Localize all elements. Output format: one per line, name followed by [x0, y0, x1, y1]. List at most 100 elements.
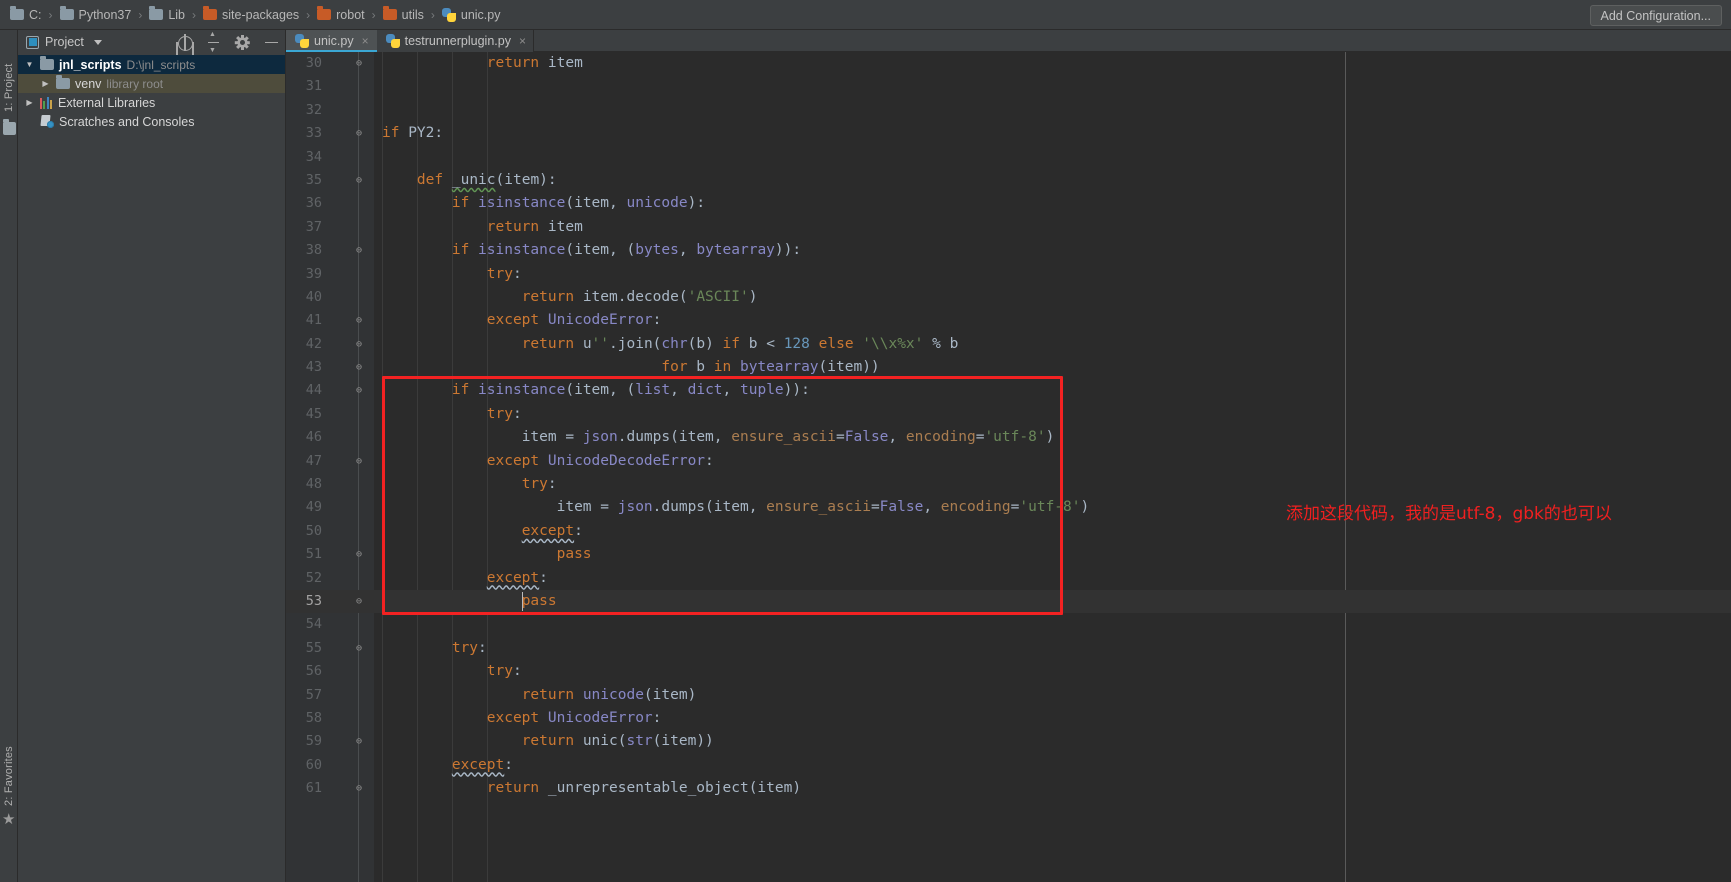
code-line[interactable]: 46 item = json.dumps(item, ensure_ascii=…: [286, 426, 1731, 449]
breadcrumb-separator: ›: [301, 8, 315, 22]
breadcrumb-label: Python37: [79, 8, 132, 22]
tree-item-label: jnl_scripts: [59, 58, 122, 72]
project-panel-title-group[interactable]: Project: [26, 35, 102, 49]
code-line[interactable]: 51⊖ pass: [286, 543, 1731, 566]
code-line[interactable]: 61⊖ return _unrepresentable_object(item): [286, 777, 1731, 800]
code-line[interactable]: 58 except UnicodeError:: [286, 707, 1731, 730]
code-line[interactable]: 31: [286, 75, 1731, 98]
project-panel-toolbar: ▼: [177, 30, 279, 54]
chevron-right-icon[interactable]: ▶: [40, 79, 51, 88]
line-number: 39: [286, 263, 322, 286]
fold-marker-icon[interactable]: ⊖: [352, 590, 366, 613]
code-line[interactable]: 39 try:: [286, 263, 1731, 286]
breadcrumb-label: utils: [402, 8, 424, 22]
breadcrumb-label: robot: [336, 8, 365, 22]
breadcrumb-item-unic-py[interactable]: unic.py: [440, 8, 503, 22]
code-line[interactable]: 60 except:: [286, 754, 1731, 777]
code-line[interactable]: 47⊖ except UnicodeDecodeError:: [286, 450, 1731, 473]
locate-icon[interactable]: [177, 35, 192, 50]
code-text: return unicode(item): [382, 684, 696, 707]
line-number: 33: [286, 122, 322, 145]
breadcrumb-item-robot[interactable]: robot: [315, 8, 367, 22]
code-line[interactable]: 56 try:: [286, 660, 1731, 683]
code-line[interactable]: 43⊖ for b in bytearray(item)): [286, 356, 1731, 379]
code-line[interactable]: 36 if isinstance(item, unicode):: [286, 192, 1731, 215]
fold-marker-icon[interactable]: ⊖: [352, 333, 366, 356]
line-number: 52: [286, 567, 322, 590]
editor-tab-testrunnerplugin-py[interactable]: testrunnerplugin.py ×: [377, 30, 534, 52]
editor-tab-unic-py[interactable]: unic.py ×: [286, 30, 377, 52]
breadcrumb-item-utils[interactable]: utils: [381, 8, 426, 22]
fold-marker-icon[interactable]: ⊖: [352, 169, 366, 192]
code-text: try:: [382, 263, 522, 286]
code-text: try:: [382, 660, 522, 683]
breadcrumb-separator: ›: [426, 8, 440, 22]
tree-item-external-libraries[interactable]: ▶ External Libraries: [18, 93, 285, 112]
fold-marker-icon[interactable]: ⊖: [352, 52, 366, 75]
breadcrumb-label: C:: [29, 8, 42, 22]
fold-marker-icon[interactable]: ⊖: [352, 356, 366, 379]
close-icon[interactable]: ×: [519, 34, 526, 48]
code-line[interactable]: 37 return item: [286, 216, 1731, 239]
breadcrumb-separator: ›: [133, 8, 147, 22]
code-line[interactable]: 34: [286, 146, 1731, 169]
code-line[interactable]: 48 try:: [286, 473, 1731, 496]
folder-orange-icon: [203, 9, 217, 20]
fold-marker-icon[interactable]: ⊖: [352, 450, 366, 473]
code-line[interactable]: 38⊖ if isinstance(item, (bytes, bytearra…: [286, 239, 1731, 262]
chevron-down-icon[interactable]: ▼: [24, 60, 35, 69]
tool-stripe-favorites-tab[interactable]: 2: Favorites: [0, 720, 18, 806]
gear-icon[interactable]: [235, 35, 250, 50]
code-line[interactable]: 42⊖ return u''.join(chr(b) if b < 128 el…: [286, 333, 1731, 356]
breadcrumb-item-site-packages[interactable]: site-packages: [201, 8, 301, 22]
fold-marker-icon[interactable]: ⊖: [352, 637, 366, 660]
tree-item-venv[interactable]: ▶ venv library root: [18, 74, 285, 93]
code-text: return item: [382, 52, 583, 75]
line-number: 53: [286, 590, 322, 613]
code-lines[interactable]: 30⊖ return item313233⊖if PY2:3435⊖ def _…: [286, 52, 1731, 882]
code-line[interactable]: 55⊖ try:: [286, 637, 1731, 660]
code-line[interactable]: 33⊖if PY2:: [286, 122, 1731, 145]
code-line[interactable]: 57 return unicode(item): [286, 684, 1731, 707]
chevron-right-icon[interactable]: ▶: [24, 98, 35, 107]
tree-item-path: D:\jnl_scripts: [127, 58, 196, 72]
code-editor[interactable]: 30⊖ return item313233⊖if PY2:3435⊖ def _…: [286, 52, 1731, 882]
code-line[interactable]: 54: [286, 613, 1731, 636]
hide-icon[interactable]: [264, 35, 279, 50]
folder-venv-icon: [56, 78, 70, 89]
code-text: return item: [382, 216, 583, 239]
fold-marker-icon[interactable]: ⊖: [352, 309, 366, 332]
fold-marker-icon[interactable]: ⊖: [352, 239, 366, 262]
code-line[interactable]: 30⊖ return item: [286, 52, 1731, 75]
tree-item-scratches[interactable]: Scratches and Consoles: [18, 112, 285, 131]
add-configuration-button[interactable]: Add Configuration...: [1590, 5, 1723, 26]
collapse-all-icon[interactable]: ▼: [206, 35, 221, 50]
code-line[interactable]: 52 except:: [286, 567, 1731, 590]
breadcrumb-item-python37[interactable]: Python37: [58, 8, 134, 22]
code-line[interactable]: 53⊖ pass: [286, 590, 1731, 613]
code-line[interactable]: 45 try:: [286, 403, 1731, 426]
tool-stripe-project-tab[interactable]: 1: Project: [0, 34, 18, 112]
python-file-icon: [442, 8, 456, 22]
fold-marker-icon[interactable]: ⊖: [352, 122, 366, 145]
fold-marker-icon[interactable]: ⊖: [352, 730, 366, 753]
fold-marker-icon[interactable]: ⊖: [352, 543, 366, 566]
code-text: def _unic(item):: [382, 169, 557, 192]
code-text: if isinstance(item, unicode):: [382, 192, 705, 215]
fold-marker-icon[interactable]: ⊖: [352, 379, 366, 402]
fold-marker-icon[interactable]: ⊖: [352, 777, 366, 800]
code-line[interactable]: 59⊖ return unic(str(item)): [286, 730, 1731, 753]
breadcrumb-item-c[interactable]: C:: [8, 8, 44, 22]
code-line[interactable]: 44⊖ if isinstance(item, (list, dict, tup…: [286, 379, 1731, 402]
code-line[interactable]: 35⊖ def _unic(item):: [286, 169, 1731, 192]
code-text: pass: [382, 543, 592, 566]
code-text: except UnicodeError:: [382, 707, 661, 730]
breadcrumb-label: Lib: [168, 8, 185, 22]
code-line[interactable]: 32: [286, 99, 1731, 122]
code-line[interactable]: 40 return item.decode('ASCII'): [286, 286, 1731, 309]
tool-stripe-structure-tab[interactable]: ure: [0, 870, 18, 882]
tree-item-jnl-scripts[interactable]: ▼ jnl_scripts D:\jnl_scripts: [18, 55, 285, 74]
close-icon[interactable]: ×: [362, 34, 369, 48]
code-line[interactable]: 41⊖ except UnicodeError:: [286, 309, 1731, 332]
breadcrumb-item-lib[interactable]: Lib: [147, 8, 187, 22]
